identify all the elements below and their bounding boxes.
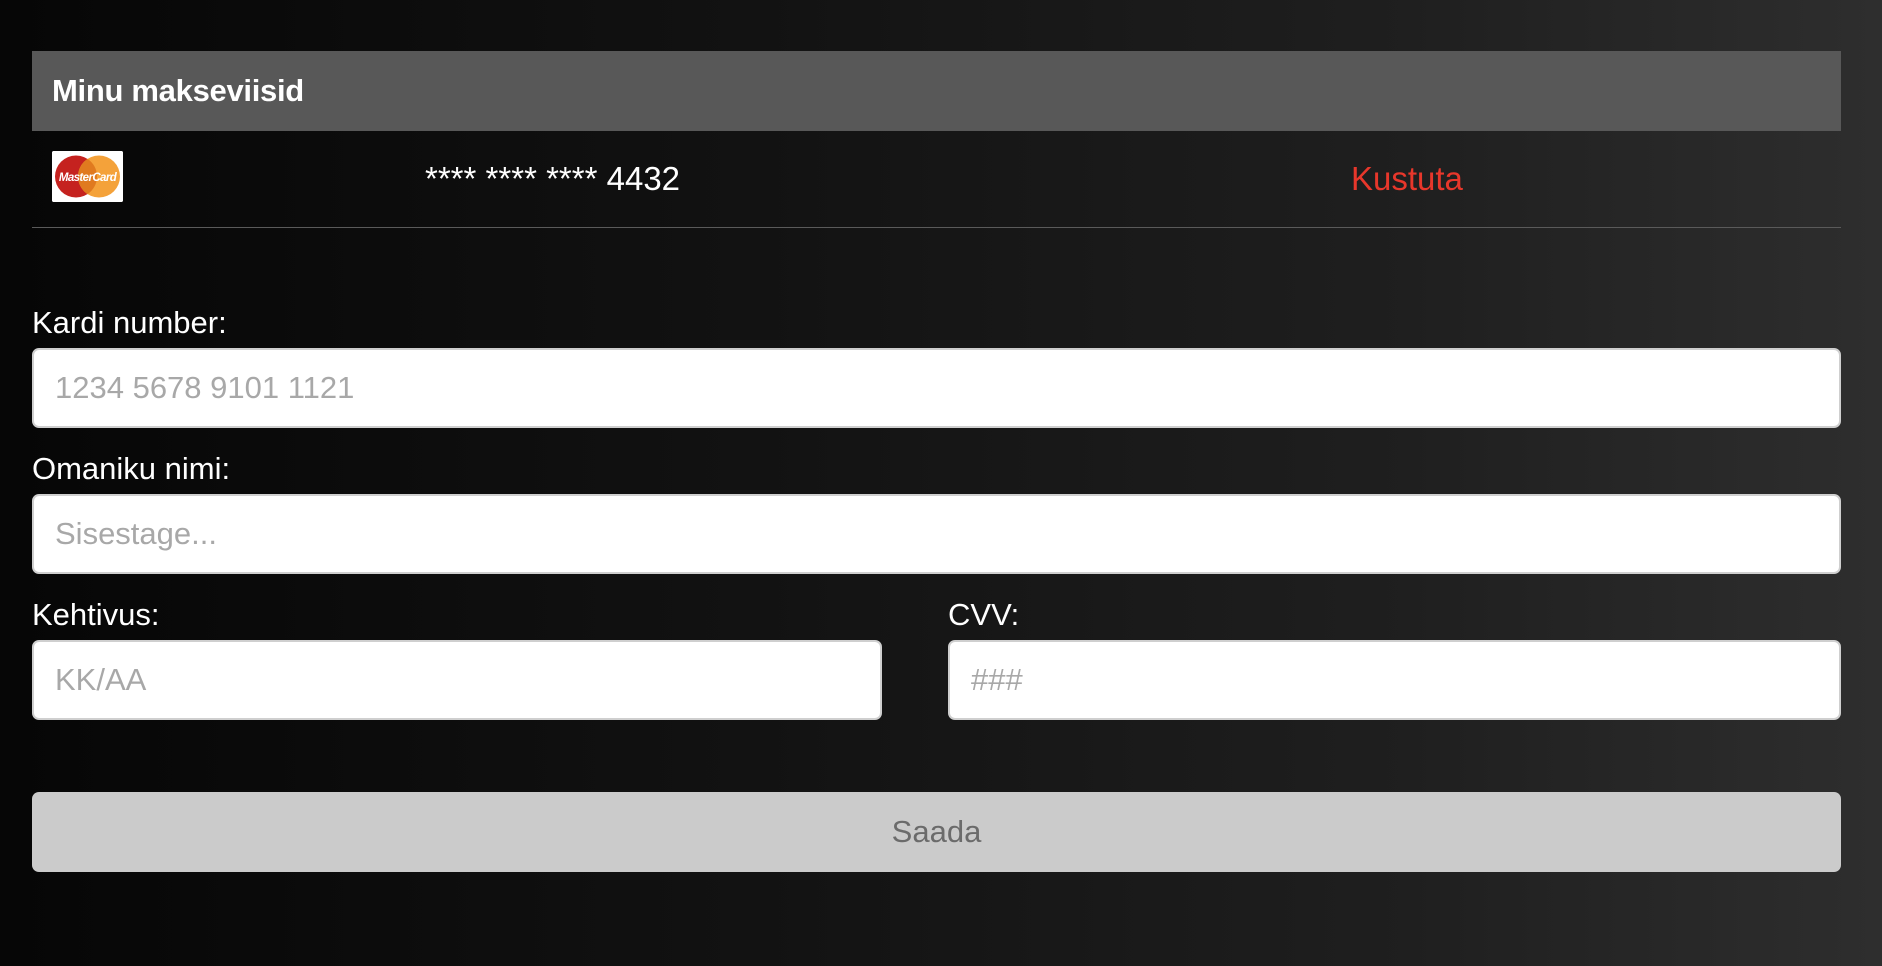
expiry-label: Kehtivus:	[32, 597, 160, 632]
expiry-input[interactable]	[32, 640, 882, 720]
saved-card-row: MasterCard **** **** **** 4432 Kustuta	[32, 131, 1841, 228]
owner-name-input[interactable]	[32, 494, 1841, 574]
card-number-group: Kardi number:	[32, 304, 1841, 428]
payment-methods-container: Minu makseviisid MasterCard **** **** **…	[32, 51, 1841, 872]
owner-name-label: Omaniku nimi:	[32, 451, 231, 486]
masked-card-number: **** **** **** 4432	[425, 160, 681, 197]
expiry-group: Kehtivus:	[32, 596, 882, 720]
delete-card-link[interactable]: Kustuta	[1351, 160, 1463, 198]
payment-methods-title: Minu makseviisid	[52, 73, 304, 108]
cvv-group: CVV:	[948, 596, 1841, 720]
payment-methods-header: Minu makseviisid	[32, 51, 1841, 131]
expiry-cvv-row: Kehtivus: CVV:	[32, 596, 1841, 720]
card-number-label: Kardi number:	[32, 305, 227, 340]
add-card-form: Kardi number: Omaniku nimi: Kehtivus: CV…	[32, 304, 1841, 872]
mastercard-logo-icon: MasterCard	[52, 151, 123, 202]
cvv-label: CVV:	[948, 597, 1020, 632]
card-brand-text: MasterCard	[59, 172, 118, 184]
submit-button[interactable]: Saada	[32, 792, 1841, 872]
cvv-input[interactable]	[948, 640, 1841, 720]
owner-name-group: Omaniku nimi:	[32, 450, 1841, 574]
card-number-input[interactable]	[32, 348, 1841, 428]
